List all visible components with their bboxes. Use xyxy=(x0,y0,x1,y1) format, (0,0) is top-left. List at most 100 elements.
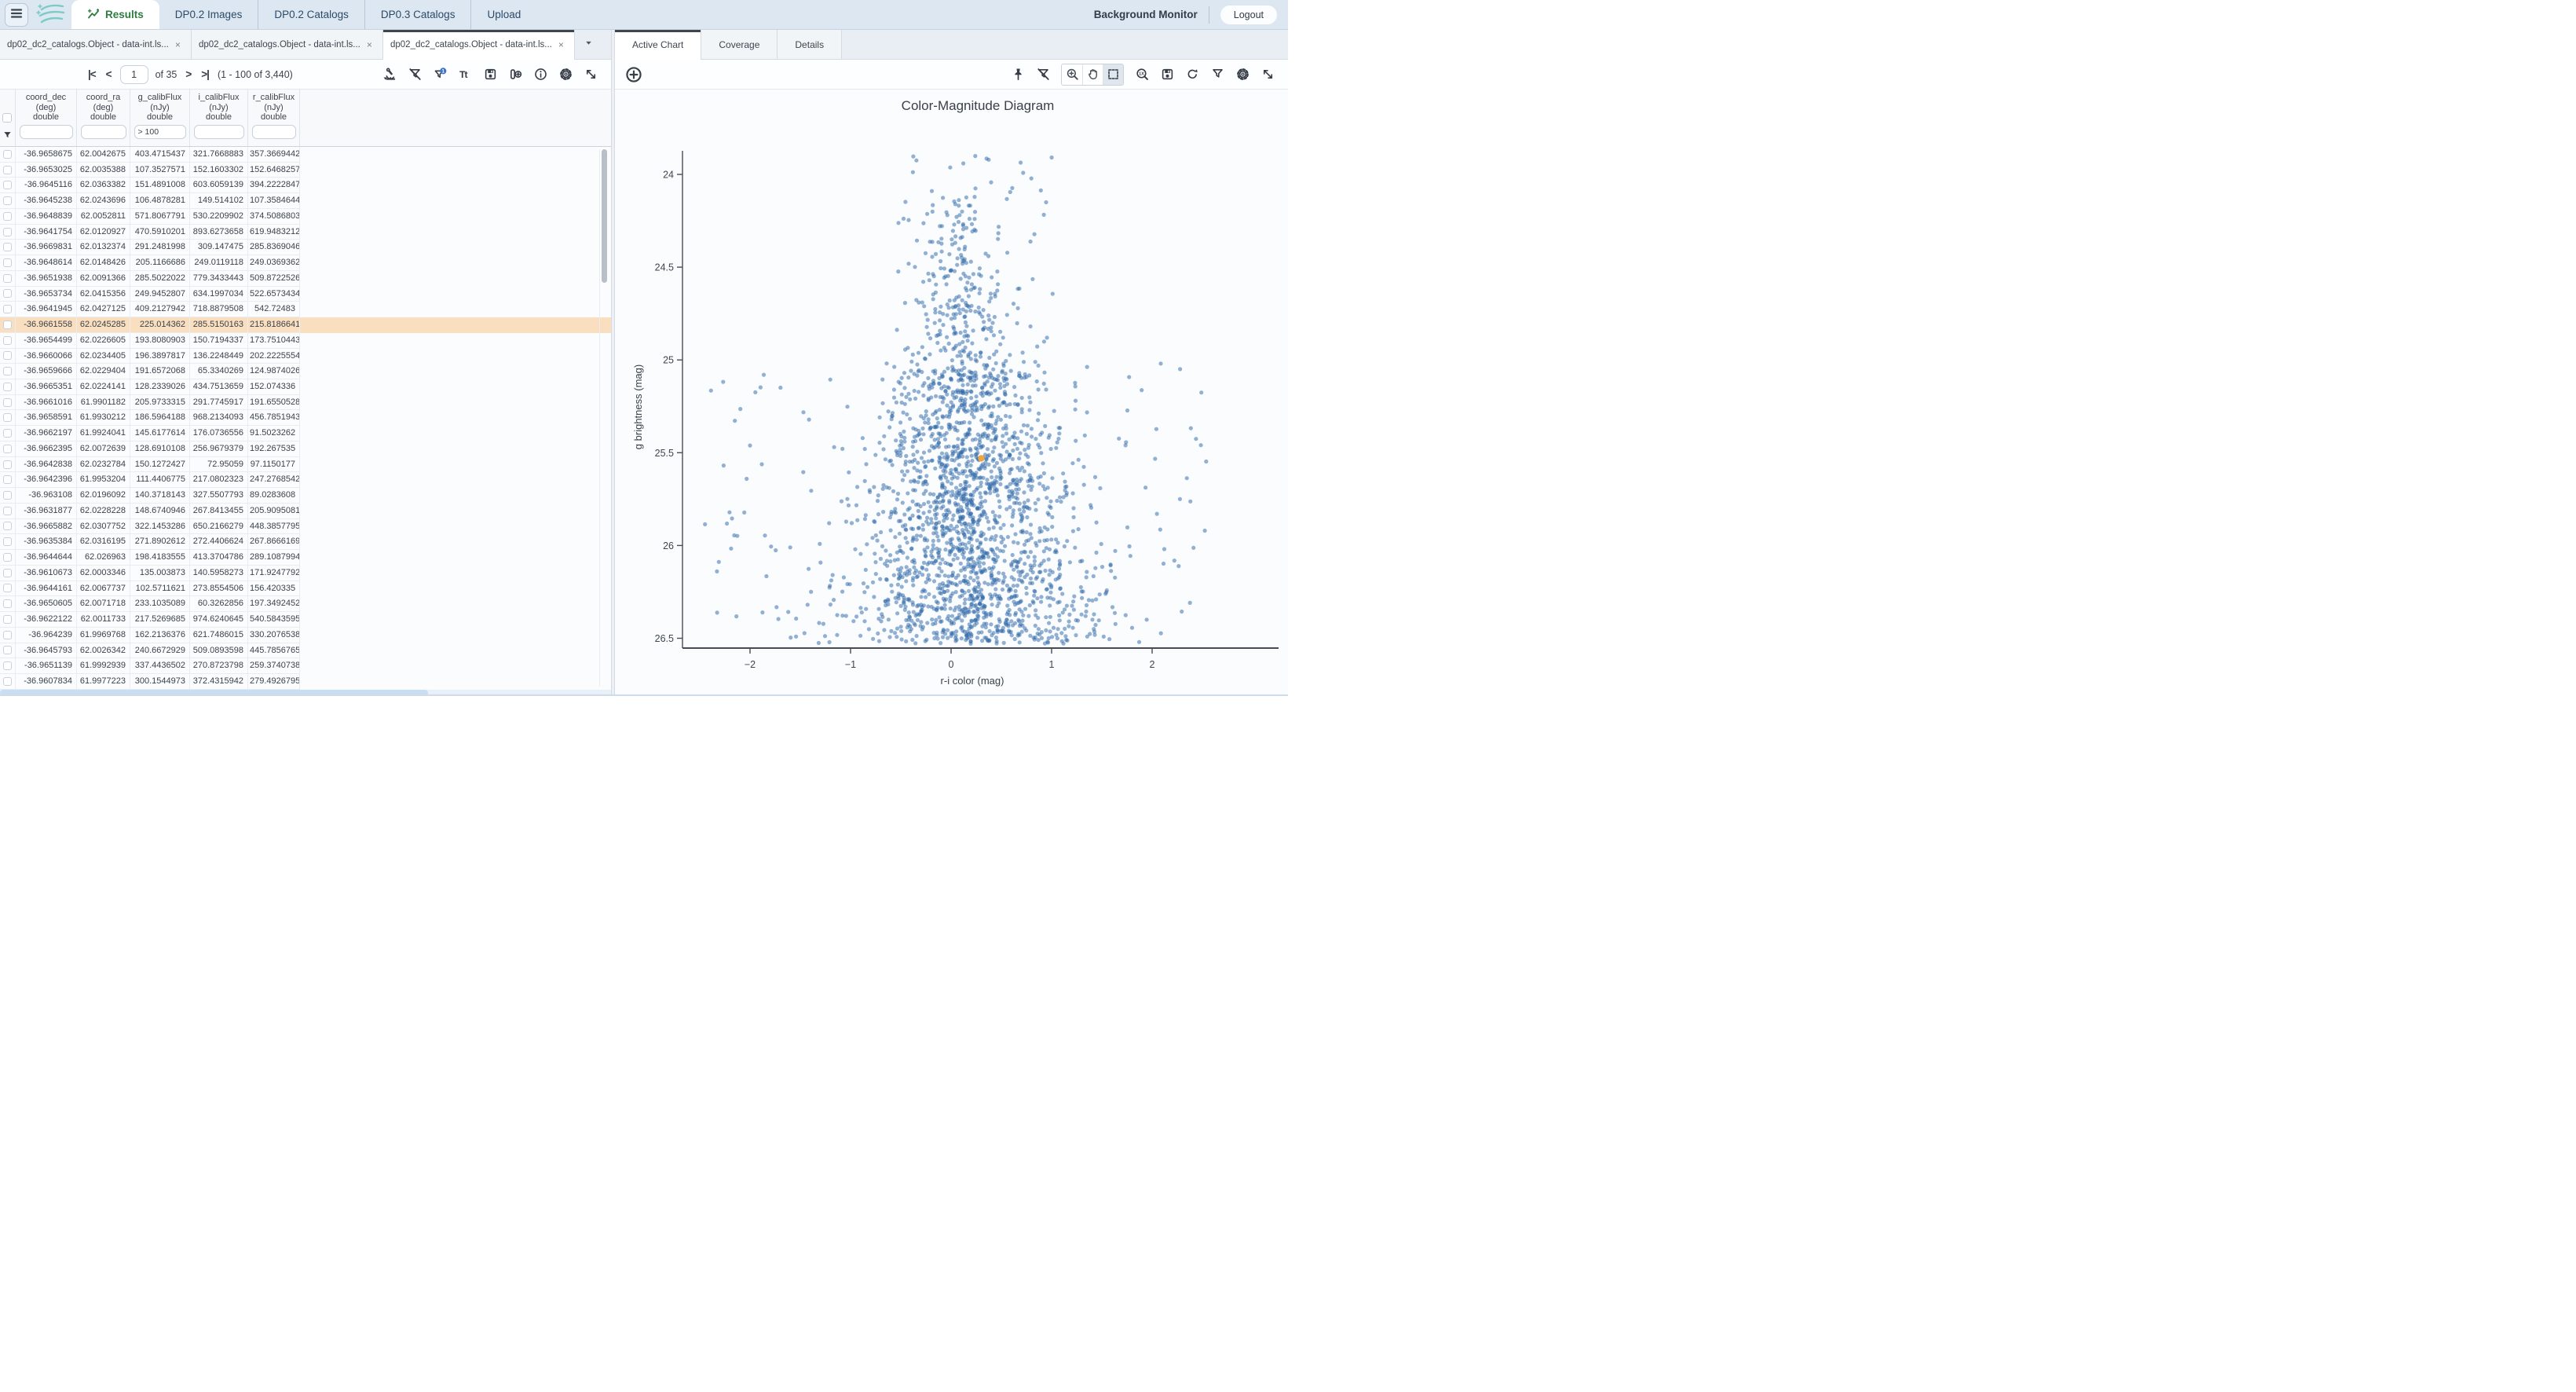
table-row[interactable]: -36.9653025 62.0035388 107.3527571 152.1603… xyxy=(0,162,611,178)
row-checkbox[interactable] xyxy=(3,149,12,159)
analyze-button[interactable] xyxy=(380,65,399,84)
row-checkbox[interactable] xyxy=(3,258,12,267)
table-info-button[interactable] xyxy=(531,65,550,84)
tab-dp0-2-images[interactable]: DP0.2 Images xyxy=(159,0,258,29)
table-row[interactable]: -36.963108 62.0196092 140.3718143 327.55077… xyxy=(0,488,611,504)
table-row[interactable]: -36.9669831 62.0132374 291.2481998 309.1474… xyxy=(0,240,611,256)
table-row[interactable]: -36.9644644 62.026963 198.4183555 413.37047… xyxy=(0,550,611,566)
save-table-button[interactable] xyxy=(481,65,499,84)
table-row[interactable]: -36.9635384 62.0316195 271.8902612 272.4406… xyxy=(0,534,611,551)
filters-button[interactable]: 1 xyxy=(430,65,449,84)
table-row[interactable]: -36.964239 61.9969768 162.2136376 621.74860… xyxy=(0,627,611,643)
row-checkbox[interactable] xyxy=(3,429,12,438)
clear-filters-button[interactable] xyxy=(405,65,424,84)
prev-page-button[interactable]: < xyxy=(104,67,113,82)
column-header-coord_dec[interactable]: coord_dec (deg) double xyxy=(16,90,77,146)
add-chart-button[interactable] xyxy=(623,64,645,86)
save-chart-button[interactable] xyxy=(1158,65,1176,84)
table-row[interactable]: -36.9650605 62.0071718 233.1035089 60.32628… xyxy=(0,596,611,613)
row-checkbox[interactable] xyxy=(3,506,12,515)
row-checkbox[interactable] xyxy=(3,320,12,329)
table-row[interactable]: -36.9662197 61.9924041 145.6177614 176.0736… xyxy=(0,426,611,441)
column-header-i_calibFlux[interactable]: i_calibFlux (nJy) double xyxy=(190,90,248,146)
row-checkbox[interactable] xyxy=(3,227,12,236)
row-checkbox[interactable] xyxy=(3,475,12,485)
table-row[interactable]: -36.9651938 62.0091366 285.5022022 779.3433… xyxy=(0,270,611,287)
table-row[interactable]: -36.9648614 62.0148426 205.1166686 249.0119… xyxy=(0,255,611,271)
close-tab-icon[interactable]: × xyxy=(175,39,181,50)
close-tab-icon[interactable]: × xyxy=(367,39,372,50)
table-row[interactable]: -36.9662395 62.0072639 128.6910108 256.9679… xyxy=(0,441,611,457)
row-checkbox[interactable] xyxy=(3,599,12,609)
table-row[interactable]: -36.9661016 61.9901182 205.9733315 291.7745… xyxy=(0,394,611,411)
scatter-chart[interactable]: Color-Magnitude Diagram −2 −1 0 1 2 24 24.5 25 25… xyxy=(615,90,1288,694)
column-header-coord_ra[interactable]: coord_ra (deg) double xyxy=(77,90,130,146)
row-checkbox[interactable] xyxy=(3,397,12,407)
row-checkbox[interactable] xyxy=(3,351,12,361)
add-column-button[interactable] xyxy=(506,65,525,84)
result-tab[interactable]: Coverage xyxy=(701,30,778,59)
menu-button[interactable] xyxy=(5,3,28,27)
table-row[interactable]: -36.9645116 62.0363382 151.4891008 603.6059… xyxy=(0,178,611,194)
close-tab-icon[interactable]: × xyxy=(558,39,564,50)
first-page-button[interactable]: |< xyxy=(86,67,97,82)
next-page-button[interactable]: > xyxy=(184,67,192,82)
chart-filter-button[interactable] xyxy=(1208,65,1227,84)
row-checkbox[interactable] xyxy=(3,181,12,190)
row-checkbox[interactable] xyxy=(3,630,12,639)
table-row[interactable]: -36.9610673 62.0003346 135.003873 140.59582… xyxy=(0,565,611,581)
table-row[interactable]: -36.9651139 61.9992939 337.4436502 270.8723… xyxy=(0,658,611,674)
row-checkbox[interactable] xyxy=(3,661,12,671)
row-checkbox[interactable] xyxy=(3,335,12,345)
table-row[interactable]: -36.9654499 62.0226605 193.8080903 150.7194… xyxy=(0,332,611,349)
table-row[interactable]: -36.9642396 61.9953204 111.4406775 217.0802… xyxy=(0,472,611,489)
row-checkbox[interactable] xyxy=(3,196,12,206)
result-tab[interactable]: dp02_dc2_catalogs.Object - data-int.ls..… xyxy=(383,30,575,60)
vertical-scrollbar-thumb[interactable] xyxy=(602,149,607,283)
horizontal-scrollbar-thumb[interactable] xyxy=(0,690,428,694)
zoom-mode-button[interactable] xyxy=(1062,64,1082,85)
row-checkbox[interactable] xyxy=(3,568,12,577)
result-tab[interactable]: dp02_dc2_catalogs.Object - data-int.ls..… xyxy=(0,30,192,59)
select-mode-button[interactable] xyxy=(1103,64,1123,85)
row-checkbox[interactable] xyxy=(3,444,12,453)
row-checkbox[interactable] xyxy=(3,289,12,299)
column-header-r_calibFlux[interactable]: r_calibFlux (nJy) double xyxy=(248,90,300,146)
tab-upload[interactable]: Upload xyxy=(470,0,536,29)
table-row[interactable]: -36.9631877 62.0228228 148.6740946 267.8413… xyxy=(0,503,611,519)
table-options-button[interactable] xyxy=(556,65,575,84)
result-tab[interactable]: Active Chart xyxy=(615,30,702,60)
row-checkbox[interactable] xyxy=(3,614,12,624)
table-row[interactable]: -36.9644161 62.0067737 102.5711621 273.8554… xyxy=(0,581,611,597)
table-row[interactable]: -36.9641754 62.0120927 470.5910201 893.6273… xyxy=(0,224,611,240)
row-checkbox[interactable] xyxy=(3,646,12,655)
table-row[interactable]: -36.9645238 62.0243696 106.4878281 149.5141… xyxy=(0,193,611,209)
column-filter-input[interactable] xyxy=(251,124,296,139)
restore-chart-button[interactable] xyxy=(1183,65,1202,84)
row-checkbox[interactable] xyxy=(3,552,12,562)
zoom-original-button[interactable]: 1X xyxy=(1132,65,1151,84)
row-checkbox[interactable] xyxy=(3,367,12,376)
table-row[interactable]: -36.9661558 62.0245285 225.014362 285.51501… xyxy=(0,317,611,333)
text-view-button[interactable]: Tt xyxy=(456,65,474,84)
table-row[interactable]: -36.9660066 62.0234405 196.3897817 136.2248… xyxy=(0,348,611,364)
expand-chart-button[interactable] xyxy=(1258,65,1277,84)
row-checkbox[interactable] xyxy=(3,676,12,686)
horizontal-scrollbar[interactable] xyxy=(0,690,611,694)
row-checkbox[interactable] xyxy=(3,460,12,469)
table-row[interactable]: -36.9658591 61.9930212 186.5964188 968.2134… xyxy=(0,410,611,427)
background-monitor-button[interactable]: Background Monitor xyxy=(1094,9,1198,20)
table-row[interactable]: -36.9653734 62.0415356 249.9452807 634.1997… xyxy=(0,286,611,302)
result-tab[interactable]: dp02_dc2_catalogs.Object - data-int.ls..… xyxy=(192,30,383,59)
row-checkbox[interactable] xyxy=(3,584,12,593)
tab-dp0-3-catalogs[interactable]: DP0.3 Catalogs xyxy=(364,0,471,29)
row-checkbox[interactable] xyxy=(3,537,12,547)
logout-button[interactable]: Logout xyxy=(1220,5,1277,24)
table-row[interactable]: -36.9622122 62.0011733 217.5269685 974.6240… xyxy=(0,612,611,628)
row-checkbox[interactable] xyxy=(3,522,12,531)
column-header-g_calibFlux[interactable]: g_calibFlux (nJy) double xyxy=(130,90,190,146)
table-row[interactable]: -36.9642838 62.0232784 150.1272427 72.95059… xyxy=(0,456,611,473)
row-checkbox[interactable] xyxy=(3,165,12,174)
column-filter-input[interactable] xyxy=(80,124,126,139)
table-row[interactable]: -36.9658675 62.0042675 403.4715437 321.7668… xyxy=(0,147,611,163)
